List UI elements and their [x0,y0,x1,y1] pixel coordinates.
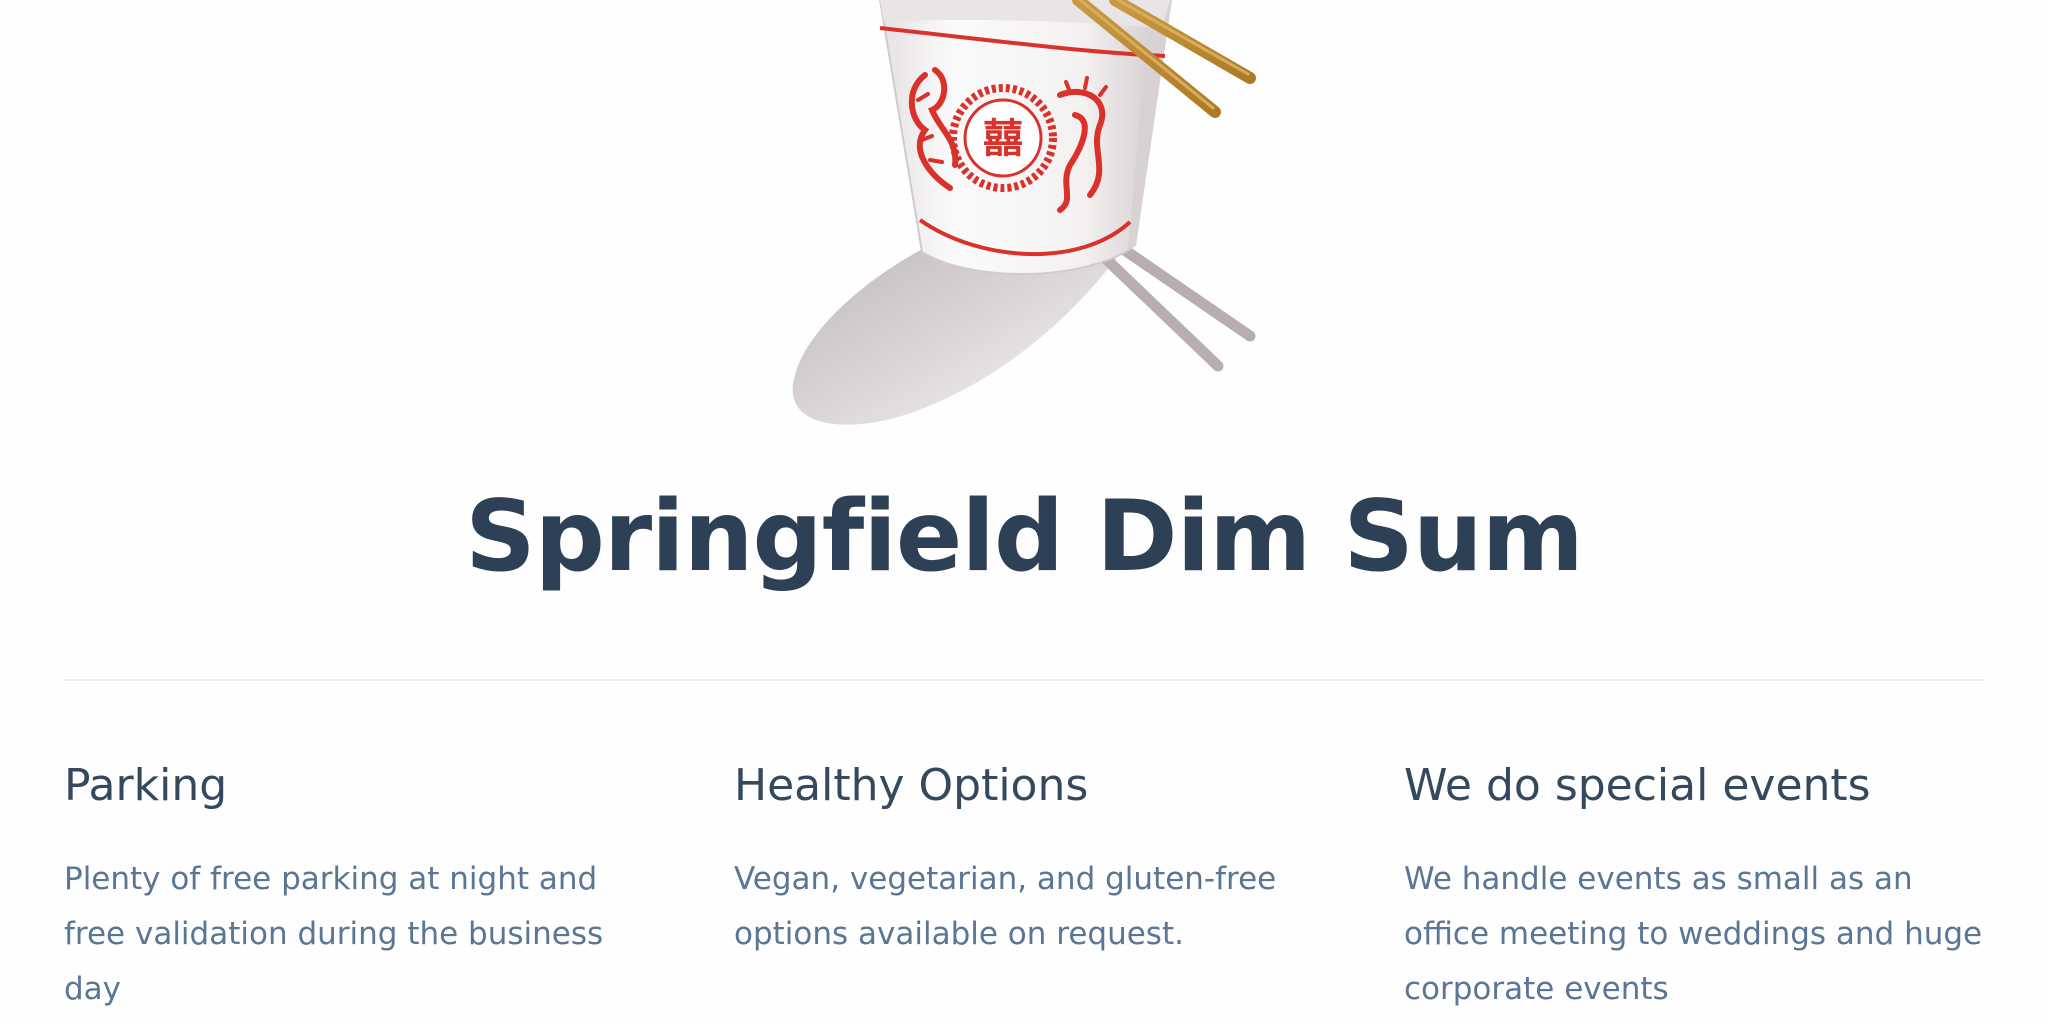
section-divider [64,679,1984,681]
feature-parking: Parking Plenty of free parking at night … [64,758,644,1017]
takeout-box-with-chopsticks-icon: 囍 [792,0,1256,425]
site-title: Springfield Dim Sum [465,480,1584,594]
feature-special-events: We do special events We handle events as… [1404,758,1984,1017]
feature-text: Vegan, vegetarian, and gluten-free optio… [734,861,1277,952]
page: 囍 Springfield Dim Sum Parking Plenty of … [0,0,2048,1024]
feature-healthy-options: Healthy Options Vegan, vegetarian, and g… [734,758,1314,1017]
features-section: Parking Plenty of free parking at night … [64,758,1984,1017]
feature-title: Parking [64,760,228,811]
double-happiness-glyph: 囍 [983,116,1023,162]
feature-text: Plenty of free parking at night and free… [64,861,604,1007]
feature-text: We handle events as small as an office m… [1404,861,1983,1007]
feature-title: We do special events [1404,760,1871,811]
feature-title: Healthy Options [734,760,1089,811]
